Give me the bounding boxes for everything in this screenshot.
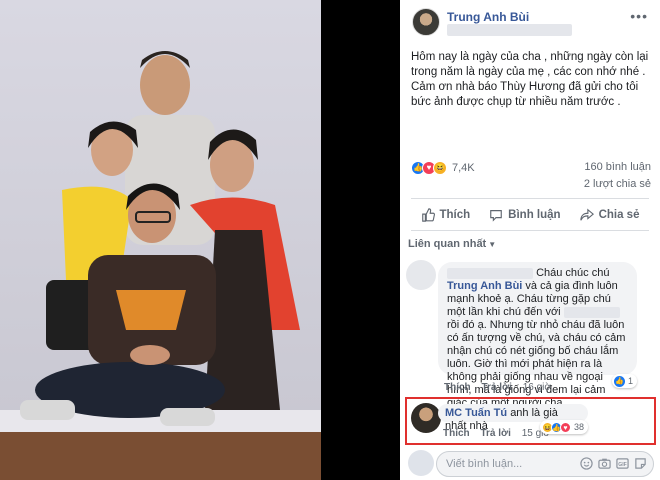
gif-icon[interactable]: GIF — [616, 457, 629, 470]
comment-bubble: Cháu chúc chú Trung Anh Bùi và cả gia đì… — [438, 262, 637, 409]
comment-input[interactable] — [437, 452, 567, 476]
comment-avatar[interactable] — [411, 403, 441, 433]
comment-reaction-count: 1 — [628, 376, 634, 386]
comment-reply-link[interactable]: Trả lời — [481, 382, 511, 393]
divider — [411, 230, 649, 231]
divider — [411, 198, 649, 199]
photo-viewer — [0, 0, 400, 480]
composer-tools: GIF — [580, 457, 647, 470]
caret-down-icon: ▼ — [488, 240, 497, 249]
comment-label: Bình luận — [508, 209, 561, 221]
viewer-avatar — [408, 450, 434, 476]
comment-sort-dropdown[interactable]: Liên quan nhất ▼ — [408, 238, 496, 250]
redacted-text — [563, 306, 620, 318]
sticker-icon[interactable] — [634, 457, 647, 470]
comment-icon — [490, 210, 502, 222]
comment-reply-link[interactable]: Trả lời — [480, 428, 510, 439]
comment-author[interactable]: MC Tuấn Tú — [445, 407, 507, 419]
comment-time[interactable]: 16 giờ — [523, 382, 551, 393]
camera-icon[interactable] — [598, 457, 611, 470]
like-icon: 👍 — [614, 375, 625, 387]
comment-reaction-count: 38 — [574, 422, 585, 432]
comment-like-link[interactable]: Thích — [444, 382, 471, 393]
share-icon — [579, 208, 594, 221]
post-timestamp-redacted — [447, 24, 572, 36]
haha-icon: 😆 — [433, 161, 447, 175]
comment-meta: Thích Trả lời 16 giờ — [444, 382, 559, 393]
like-button[interactable]: Thích — [421, 203, 471, 227]
thumbs-up-icon — [421, 208, 435, 222]
post-actions: Thích Bình luận Chia sẻ — [411, 203, 649, 227]
reactions-summary[interactable]: 👍 ♥ 😆 7,4K 160 bình luận 2 lượt chia sẻ — [411, 158, 651, 190]
comment-reactions[interactable]: 😆 👍 ♥ 38 — [540, 420, 589, 434]
more-options-icon[interactable]: ••• — [630, 8, 648, 24]
svg-text:GIF: GIF — [618, 462, 627, 468]
post-caption: Hôm nay là ngày của cha , những ngày còn… — [411, 51, 649, 108]
comment-like-link[interactable]: Thích — [443, 428, 470, 439]
family-photo-image — [0, 0, 321, 480]
commenter-name-redacted[interactable] — [447, 267, 533, 279]
reaction-count[interactable]: 7,4K — [452, 162, 475, 174]
post-header: Trung Anh Bùi ••• — [400, 0, 660, 40]
love-icon: ♥ — [560, 421, 571, 433]
comment-count[interactable]: 160 bình luận — [584, 161, 651, 173]
comment-avatar[interactable] — [406, 260, 436, 290]
mention-link[interactable]: Trung Anh Bùi — [447, 280, 522, 292]
comment-button[interactable]: Bình luận — [489, 203, 561, 227]
comment-composer[interactable]: GIF — [436, 451, 654, 477]
share-count[interactable]: 2 lượt chia sẻ — [584, 178, 651, 190]
share-label: Chia sẻ — [598, 209, 640, 221]
emoji-icon[interactable] — [580, 457, 593, 470]
family-photo — [0, 0, 321, 480]
comment-reactions[interactable]: 👍 1 — [612, 374, 638, 388]
author-name[interactable]: Trung Anh Bùi — [447, 10, 529, 24]
like-label: Thích — [439, 209, 471, 221]
share-button[interactable]: Chia sẻ — [579, 203, 640, 227]
author-avatar[interactable] — [412, 8, 440, 36]
sort-label: Liên quan nhất — [408, 238, 487, 250]
post-side-panel: Trung Anh Bùi ••• Hôm nay là ngày của ch… — [400, 0, 660, 480]
